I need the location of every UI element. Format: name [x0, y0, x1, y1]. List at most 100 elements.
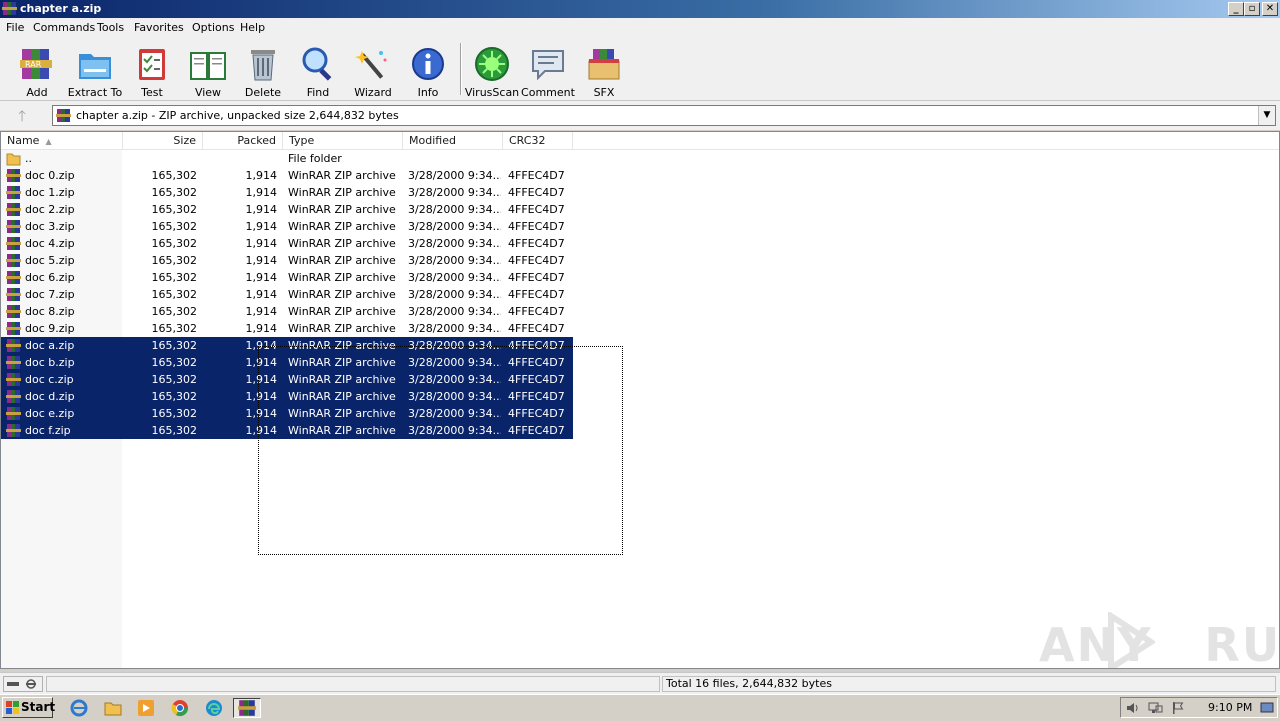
path-dropdown-button[interactable]: ▼: [1258, 106, 1275, 125]
file-row[interactable]: doc e.zip 165,302 1,914 WinRAR ZIP archive 3…: [1, 405, 573, 422]
delete-button[interactable]: Delete: [233, 45, 293, 99]
file-packed: 1,914: [245, 339, 278, 352]
column-type[interactable]: Type: [283, 132, 403, 150]
network-icon[interactable]: [1147, 701, 1163, 715]
file-size: 165,302: [151, 203, 198, 216]
file-row[interactable]: doc f.zip 165,302 1,914 WinRAR ZIP archive 3…: [1, 422, 573, 439]
taskbar-chrome[interactable]: [170, 698, 192, 718]
taskbar-edge[interactable]: [204, 698, 226, 718]
file-row[interactable]: doc 4.zip 165,302 1,914 WinRAR ZIP archive 3…: [1, 235, 573, 252]
wizard-button[interactable]: Wizard: [343, 45, 403, 99]
menu-favorites[interactable]: Favorites: [134, 21, 184, 34]
file-type: WinRAR ZIP archive: [288, 220, 396, 233]
file-size: 165,302: [151, 305, 198, 318]
action-center-flag-icon[interactable]: [1171, 701, 1185, 715]
zip-archive-icon: [6, 254, 21, 267]
minimize-button[interactable]: _: [1228, 2, 1244, 16]
column-modified[interactable]: Modified: [403, 132, 503, 150]
zip-archive-icon: [6, 237, 21, 250]
taskbar-file-explorer[interactable]: [103, 698, 125, 718]
view-button[interactable]: View: [178, 45, 238, 99]
file-modified: 3/28/2000 9:34...: [408, 288, 501, 301]
column-crc32[interactable]: CRC32: [503, 132, 573, 150]
add-button[interactable]: RAR Add: [7, 45, 67, 99]
find-button[interactable]: Find: [288, 45, 348, 99]
file-row[interactable]: doc 0.zip 165,302 1,914 WinRAR ZIP archive 3…: [1, 167, 573, 184]
comment-button[interactable]: Comment: [518, 45, 578, 99]
file-size: 165,302: [151, 254, 198, 267]
menu-help[interactable]: Help: [240, 21, 265, 34]
status-bar: Total 16 files, 2,644,832 bytes: [0, 672, 1280, 694]
file-row[interactable]: doc 2.zip 165,302 1,914 WinRAR ZIP archive 3…: [1, 201, 573, 218]
show-desktop-icon[interactable]: [1260, 702, 1274, 714]
file-row[interactable]: doc 9.zip 165,302 1,914 WinRAR ZIP archive 3…: [1, 320, 573, 337]
taskbar-winrar[interactable]: [233, 698, 261, 718]
folder-up-icon: [6, 153, 21, 166]
file-type: WinRAR ZIP archive: [288, 424, 396, 437]
file-modified: 3/28/2000 9:34...: [408, 220, 501, 233]
extract-to-button[interactable]: Extract To: [65, 45, 125, 99]
anyrun-watermark: ANYRUN: [1039, 612, 1279, 668]
path-field[interactable]: chapter a.zip - ZIP archive, unpacked si…: [52, 105, 1276, 126]
file-crc32: 4FFEC4D7: [508, 237, 565, 250]
play-logo-icon: [1108, 612, 1155, 668]
file-packed: 1,914: [245, 424, 278, 437]
file-row[interactable]: doc b.zip 165,302 1,914 WinRAR ZIP archive 3…: [1, 354, 573, 371]
taskbar-internet-explorer[interactable]: [69, 698, 91, 718]
clock[interactable]: 9:10 PM: [1208, 701, 1252, 714]
file-name: doc 1.zip: [25, 186, 75, 199]
menu-commands[interactable]: Commands: [33, 21, 95, 34]
file-row[interactable]: doc 6.zip 165,302 1,914 WinRAR ZIP archive 3…: [1, 269, 573, 286]
chevron-down-icon: ▼: [1263, 110, 1271, 120]
file-type: WinRAR ZIP archive: [288, 407, 396, 420]
close-button[interactable]: ✕: [1262, 2, 1278, 16]
file-row[interactable]: .. File folder: [1, 150, 573, 167]
drive-icon: [7, 679, 36, 689]
file-packed: 1,914: [245, 203, 278, 216]
comment-icon: [532, 50, 564, 81]
file-modified: 3/28/2000 9:34...: [408, 254, 501, 267]
menu-file[interactable]: File: [6, 21, 24, 34]
zip-archive-icon: [6, 186, 21, 199]
file-row[interactable]: doc a.zip 165,302 1,914 WinRAR ZIP archive 3…: [1, 337, 573, 354]
file-type: WinRAR ZIP archive: [288, 237, 396, 250]
file-row[interactable]: doc c.zip 165,302 1,914 WinRAR ZIP archive 3…: [1, 371, 573, 388]
file-row[interactable]: doc 7.zip 165,302 1,914 WinRAR ZIP archive 3…: [1, 286, 573, 303]
volume-icon[interactable]: [1125, 701, 1141, 715]
file-row[interactable]: doc 8.zip 165,302 1,914 WinRAR ZIP archive 3…: [1, 303, 573, 320]
zip-archive-icon: [6, 220, 21, 233]
file-packed: 1,914: [245, 305, 278, 318]
file-name: doc d.zip: [25, 390, 75, 403]
file-crc32: 4FFEC4D7: [508, 220, 565, 233]
column-size[interactable]: Size: [123, 132, 203, 150]
winrar-archive-icon: [56, 109, 71, 122]
file-crc32: 4FFEC4D7: [508, 390, 565, 403]
file-list[interactable]: Name ▲ Size Packed Type Modified CRC32 ..…: [0, 131, 1280, 669]
start-button[interactable]: Start: [2, 697, 55, 718]
column-packed[interactable]: Packed: [203, 132, 283, 150]
menu-options[interactable]: Options: [192, 21, 234, 34]
file-packed: 1,914: [245, 254, 278, 267]
file-type: WinRAR ZIP archive: [288, 390, 396, 403]
test-button[interactable]: Test: [122, 45, 182, 99]
file-modified: 3/28/2000 9:34...: [408, 186, 501, 199]
up-one-level-button[interactable]: 🡑: [6, 105, 38, 127]
file-size: 165,302: [151, 186, 198, 199]
virusscan-button[interactable]: VirusScan: [462, 45, 522, 99]
file-name: doc a.zip: [25, 339, 75, 352]
file-row[interactable]: doc 1.zip 165,302 1,914 WinRAR ZIP archive 3…: [1, 184, 573, 201]
menu-tools[interactable]: Tools: [97, 21, 124, 34]
file-modified: 3/28/2000 9:34...: [408, 203, 501, 216]
file-row[interactable]: doc 3.zip 165,302 1,914 WinRAR ZIP archive 3…: [1, 218, 573, 235]
file-crc32: 4FFEC4D7: [508, 271, 565, 284]
sfx-button[interactable]: SFX: [574, 45, 634, 99]
system-tray: [1120, 697, 1278, 718]
column-name[interactable]: Name ▲: [1, 132, 123, 150]
file-row[interactable]: doc 5.zip 165,302 1,914 WinRAR ZIP archive 3…: [1, 252, 573, 269]
file-row[interactable]: doc d.zip 165,302 1,914 WinRAR ZIP archive 3…: [1, 388, 573, 405]
restore-button[interactable]: ▫: [1244, 2, 1260, 16]
sfx-box-icon: [588, 49, 620, 80]
magnifier-icon: [302, 47, 332, 81]
taskbar-media-player[interactable]: [136, 698, 158, 718]
info-button[interactable]: Info: [398, 45, 458, 99]
